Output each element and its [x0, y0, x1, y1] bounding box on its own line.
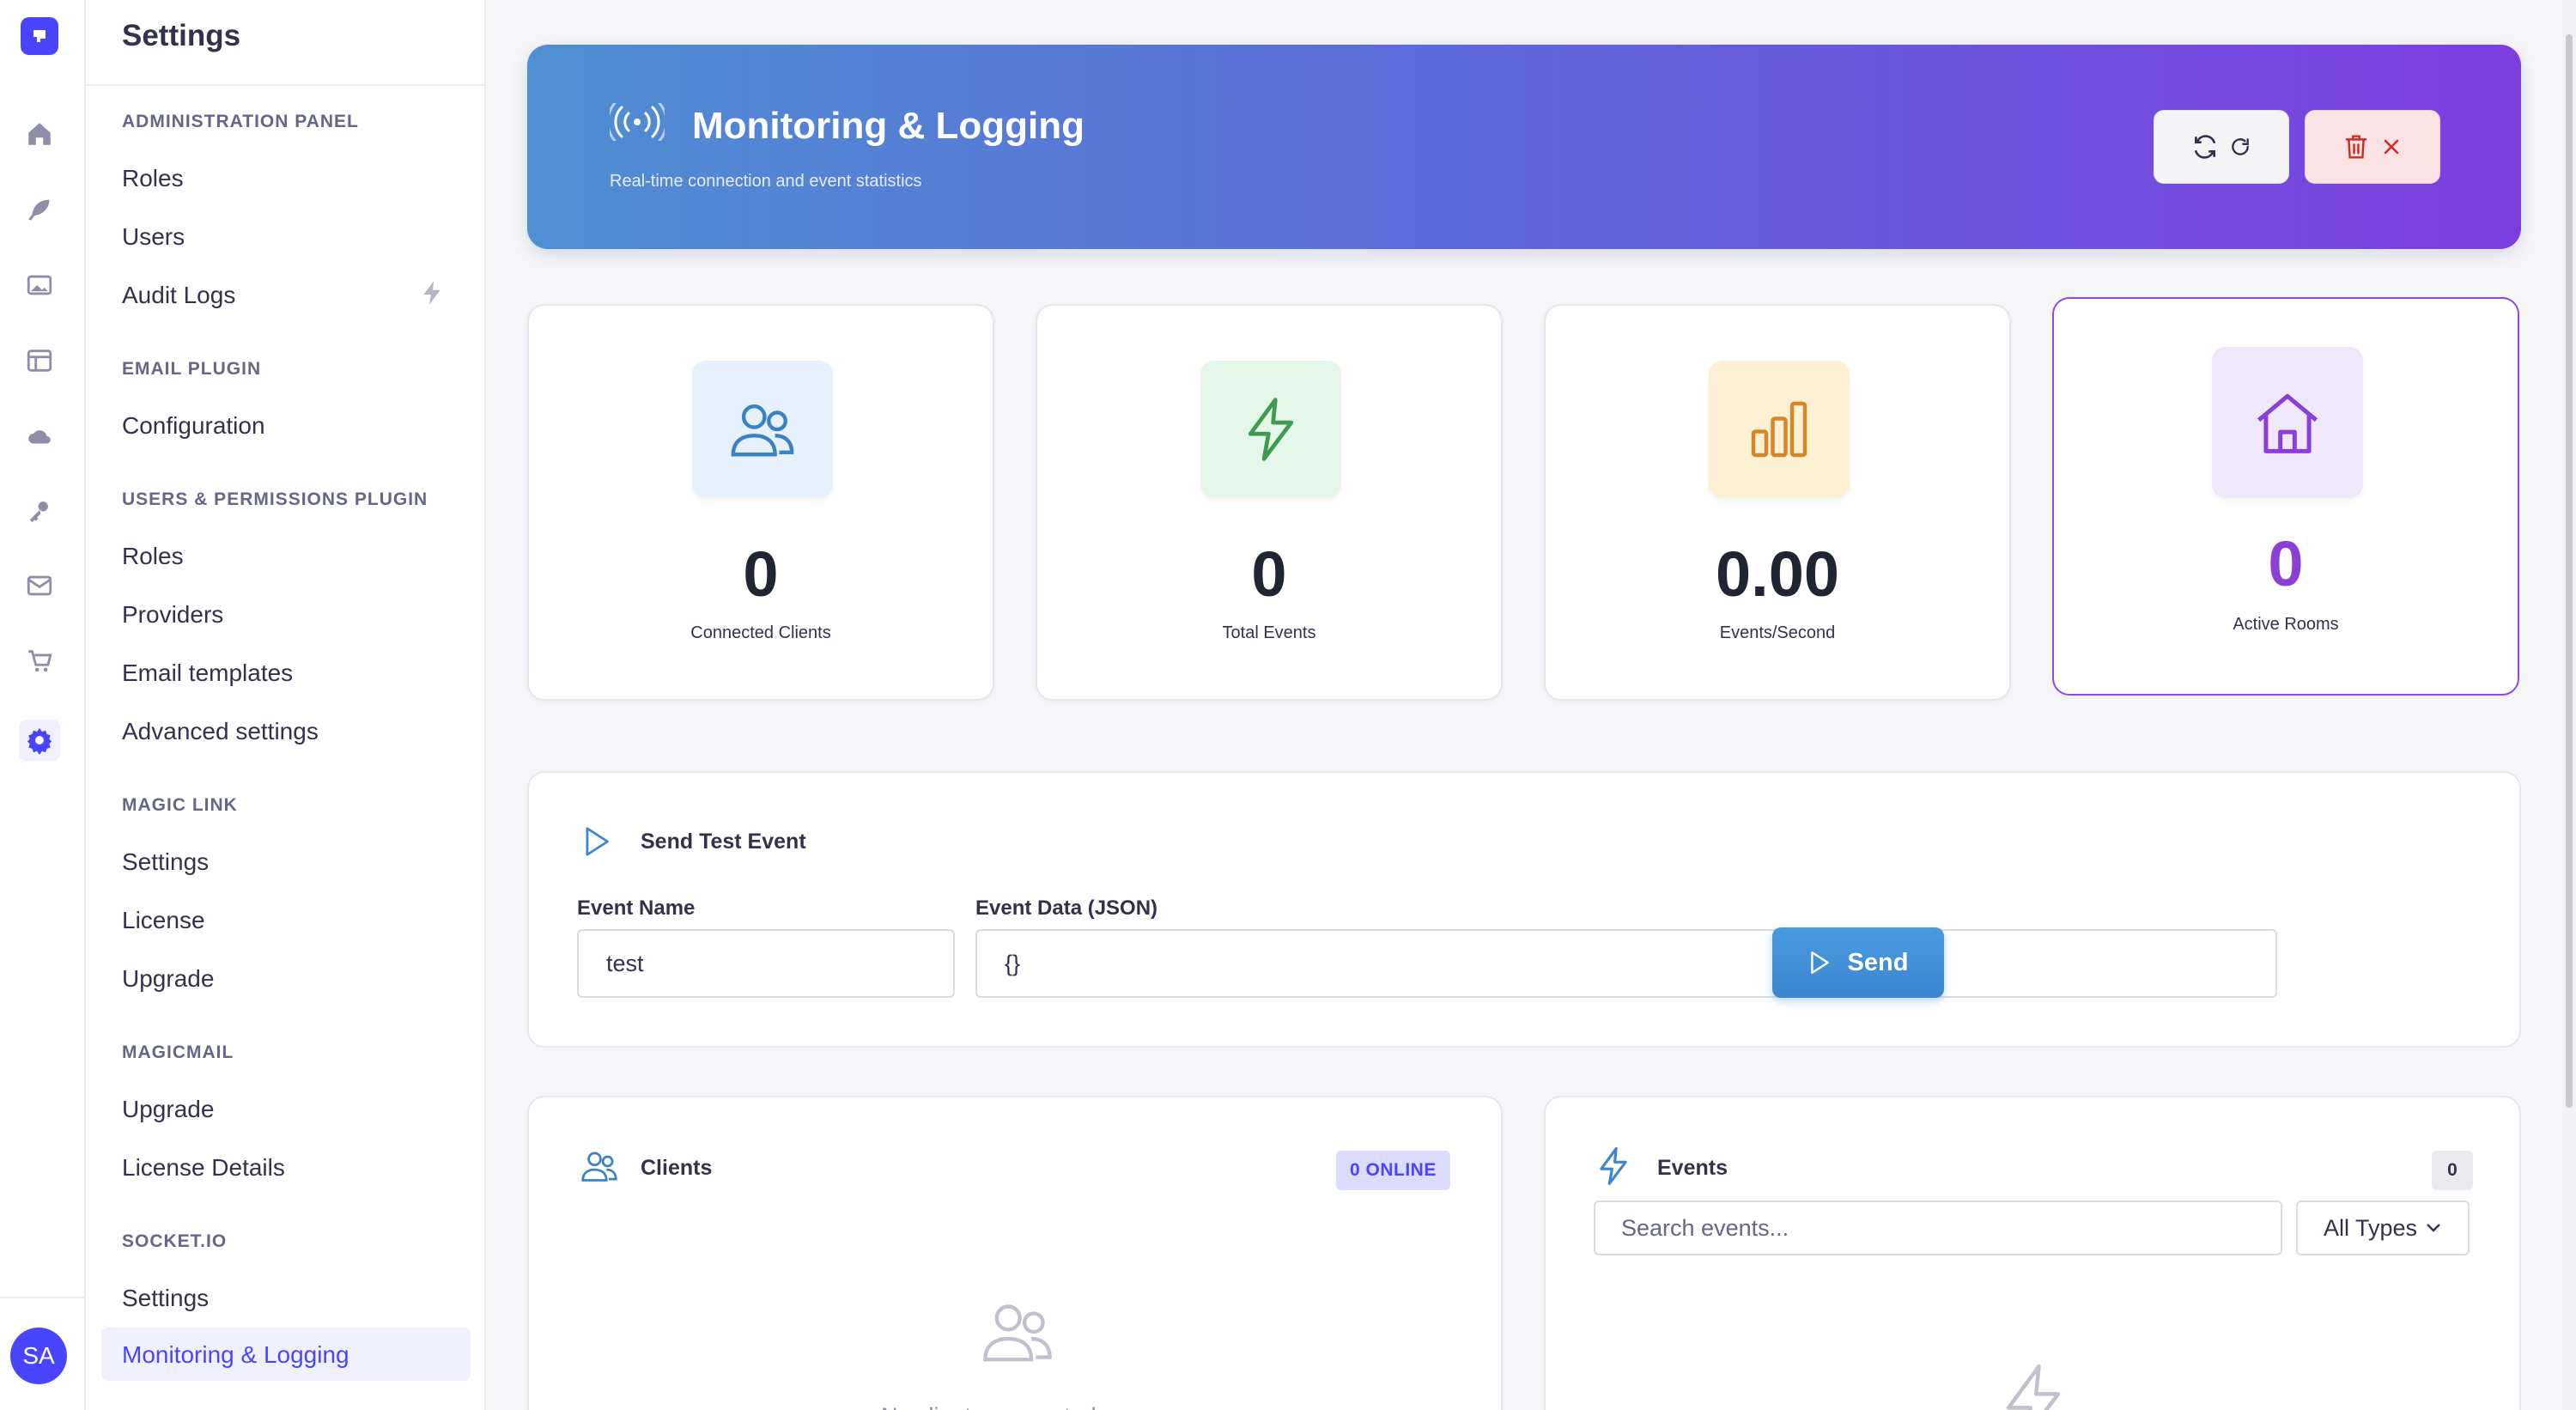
nav-item-users[interactable]: Users	[122, 223, 185, 251]
mail-nav-icon[interactable]	[19, 565, 60, 606]
feather-nav-icon[interactable]	[19, 189, 60, 230]
event-name-input[interactable]: test	[577, 929, 955, 998]
event-data-label: Event Data (JSON)	[975, 896, 1158, 920]
rail-divider	[0, 1297, 86, 1298]
send-test-event-panel: Send Test Event Event Name Event Data (J…	[527, 771, 2521, 1048]
lightning-icon	[421, 280, 443, 310]
refresh-button[interactable]	[2154, 110, 2289, 184]
event-type-select[interactable]: All Types	[2296, 1200, 2470, 1255]
key-nav-icon[interactable]	[19, 489, 60, 531]
send-button-label: Send	[1847, 948, 1909, 976]
page-title: Monitoring & Logging	[692, 105, 1084, 147]
stat-label: Events/Second	[1719, 623, 1836, 642]
stat-label: Connected Clients	[690, 623, 831, 642]
section-label-users-permissions: Users & Permissions Plugin	[122, 489, 428, 509]
cart-nav-icon[interactable]	[19, 641, 60, 682]
page-header-banner: Monitoring & Logging Real-time connectio…	[527, 45, 2521, 249]
stat-card-total-events: 0 Total Events	[1036, 304, 1503, 701]
avatar[interactable]: SA	[10, 1328, 67, 1384]
event-type-selected: All Types	[2324, 1214, 2418, 1241]
events-count-badge: 0	[2432, 1151, 2473, 1190]
status-badge: 0 ONLINE	[1336, 1151, 1450, 1190]
scrollbar-thumb[interactable]	[2566, 34, 2573, 1108]
nav-item-monitoring-logging[interactable]: Monitoring & Logging	[122, 1341, 349, 1369]
section-label-socketio: Socket.IO	[122, 1231, 228, 1251]
nav-item-configuration[interactable]: Configuration	[122, 412, 265, 440]
nav-item-socketio-settings[interactable]: Settings	[122, 1285, 209, 1312]
empty-bolt-icon	[1999, 1364, 2068, 1410]
events-panel: Events 0 Search events... All Types	[1544, 1096, 2521, 1410]
empty-users-icon	[981, 1298, 1054, 1370]
clear-logs-button[interactable]	[2305, 110, 2440, 184]
clients-panel: Clients 0 ONLINE No clients connected	[527, 1096, 1503, 1410]
search-events-input[interactable]: Search events...	[1594, 1200, 2282, 1255]
subnav-title: Settings	[122, 19, 241, 52]
stat-label: Total Events	[1222, 623, 1316, 642]
send-play-icon	[1810, 951, 1829, 975]
play-icon	[582, 826, 611, 861]
nav-item-up-roles[interactable]: Roles	[122, 543, 184, 570]
events-title: Events	[1657, 1156, 1728, 1180]
stat-label: Active Rooms	[2233, 615, 2339, 634]
section-label-email-plugin: Email Plugin	[122, 359, 262, 379]
nav-item-email-templates[interactable]: Email templates	[122, 659, 293, 687]
broadcast-icon	[606, 101, 668, 145]
page-subtitle: Real-time connection and event statistic…	[610, 172, 922, 191]
nav-item-ml-license[interactable]: License	[122, 907, 205, 934]
trash-icon	[2345, 135, 2367, 159]
nav-item-providers[interactable]: Providers	[122, 601, 223, 629]
event-data-input[interactable]: {}	[975, 929, 2277, 998]
clients-empty-text: No clients connected	[881, 1403, 1097, 1410]
stat-value: 0	[1251, 538, 1287, 610]
home-nav-icon[interactable]	[19, 113, 60, 155]
stat-card-events-per-second: 0.00 Events/Second	[1544, 304, 2011, 701]
bar-chart-icon	[1709, 361, 1850, 498]
close-icon	[2384, 139, 2399, 155]
settings-nav-icon[interactable]	[19, 720, 60, 761]
event-name-label: Event Name	[577, 896, 696, 920]
clients-users-icon	[580, 1149, 618, 1188]
settings-subnav: Settings Administration Panel Roles User…	[86, 0, 486, 1410]
users-icon	[692, 361, 833, 498]
stat-value: 0	[2268, 528, 2304, 599]
nav-item-ml-upgrade[interactable]: Upgrade	[122, 965, 214, 993]
section-label-admin: Administration Panel	[122, 112, 359, 131]
nav-item-audit-logs[interactable]: Audit Logs	[122, 282, 235, 309]
sync-icon	[2195, 135, 2215, 159]
clients-title: Clients	[641, 1156, 713, 1180]
nav-item-admin-roles[interactable]: Roles	[122, 165, 184, 192]
nav-item-mm-upgrade[interactable]: Upgrade	[122, 1096, 214, 1123]
stat-value: 0	[743, 538, 779, 610]
media-library-icon[interactable]	[19, 264, 60, 306]
nav-item-advanced-settings[interactable]: Advanced settings	[122, 718, 319, 745]
nav-item-ml-settings[interactable]: Settings	[122, 848, 209, 876]
reload-icon	[2232, 138, 2249, 155]
stat-card-connected-clients: 0 Connected Clients	[527, 304, 994, 701]
nav-item-mm-license-details[interactable]: License Details	[122, 1154, 285, 1182]
subnav-divider	[86, 84, 484, 86]
stat-card-active-rooms[interactable]: 0 Active Rooms	[2052, 297, 2519, 696]
events-bolt-icon	[1597, 1147, 1630, 1189]
stat-value: 0.00	[1715, 538, 1840, 610]
cloud-nav-icon[interactable]	[19, 416, 60, 457]
chevron-down-icon	[2427, 1224, 2440, 1232]
main-nav-rail: SA	[0, 0, 86, 1410]
section-label-magicmail: MagicMail	[122, 1042, 234, 1062]
send-button[interactable]: Send	[1772, 927, 1944, 998]
bolt-icon	[1200, 361, 1341, 498]
send-test-event-title: Send Test Event	[641, 830, 806, 854]
home-icon	[2212, 347, 2363, 498]
app-logo-icon[interactable]	[21, 17, 58, 55]
layout-nav-icon[interactable]	[19, 340, 60, 381]
avatar-initials: SA	[22, 1342, 55, 1369]
section-label-magic-link: Magic Link	[122, 795, 238, 815]
